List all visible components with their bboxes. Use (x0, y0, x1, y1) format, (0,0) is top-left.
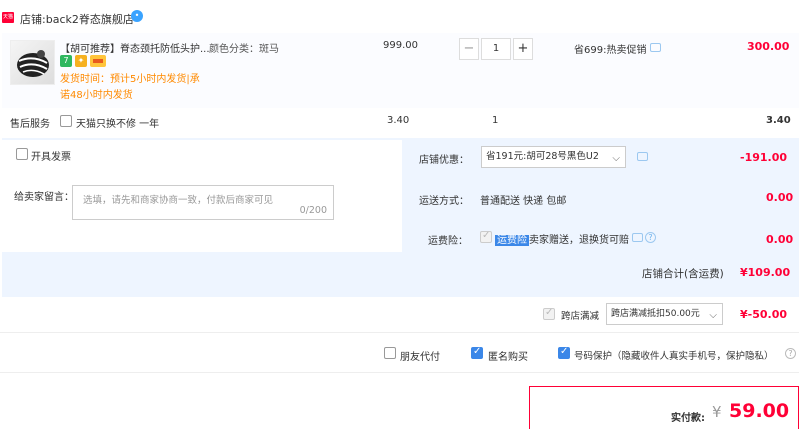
anonymous-checkbox[interactable] (471, 346, 483, 359)
shop-discount-selected: 省191元:胡可28号黑色U2 (486, 151, 599, 162)
service-option: 天猫只换不修 一年 (76, 119, 160, 130)
seller-message-textarea[interactable]: 选填，请先和商家协商一致，付款后商家可见 0/200 (72, 185, 334, 220)
shop-label: 店铺:back2脊态旗舰店 (20, 11, 134, 27)
cross-shop-selected: 跨店满减抵扣50.00元 (611, 309, 700, 319)
promo-text: 省699:热卖促销 (574, 45, 647, 56)
quantity-plus-button[interactable]: + (513, 38, 533, 60)
payment-label: 实付款: (671, 413, 705, 424)
chevron-down-icon: ⌵ (709, 310, 717, 321)
help-question-icon[interactable]: ? (645, 232, 656, 243)
product-thumbnail[interactable] (10, 40, 55, 85)
insurance-text: 卖家赠送，退换货可赔 (529, 235, 629, 246)
insurance-tag: 运费险 (495, 235, 529, 246)
zebra-pillow-image (17, 50, 49, 77)
message-label: 给卖家留言： (14, 192, 74, 203)
insurance-label: 运费险： (428, 236, 468, 247)
friend-pay-checkbox[interactable] (384, 347, 396, 359)
cross-shop-label: 跨店满减 (561, 311, 600, 322)
shop-discount-label: 店铺优惠： (419, 155, 469, 166)
message-counter: 0/200 (299, 205, 327, 216)
insurance-chat-icon[interactable] (632, 233, 643, 242)
discount-info-icon[interactable] (637, 152, 648, 161)
ship-time-text-2: 诺48小时内发货 (60, 90, 133, 101)
shop-name-link[interactable]: back2脊态旗舰店 (46, 13, 134, 26)
cross-shop-checkbox (543, 307, 555, 320)
currency-symbol: ¥ (712, 403, 722, 421)
payment-amount: 59.00 (729, 400, 790, 422)
invoice-label: 开具发票 (31, 152, 71, 163)
shop-discount-select[interactable]: 省191元:胡可28号黑色U2 ⌵ (481, 146, 626, 168)
chat-bubble-icon[interactable]: • (131, 10, 143, 22)
quantity-input[interactable]: 1 (481, 38, 511, 60)
shipping-label: 运送方式： (419, 196, 469, 207)
cross-shop-amount: ¥-50.00 (740, 308, 788, 321)
quantity-minus-button[interactable]: − (459, 38, 479, 60)
shop-total-label: 店铺合计(含运费) (642, 268, 724, 280)
cross-shop-select[interactable]: 跨店满减抵扣50.00元 ⌵ (606, 303, 723, 325)
friend-pay-label: 朋友代付 (400, 352, 440, 363)
credit-card-icon (90, 55, 106, 67)
divider (0, 372, 799, 373)
number-protect-label: 号码保护（隐藏收件人真实手机号，保护隐私） (574, 351, 774, 362)
shipping-amount: 0.00 (766, 191, 794, 204)
shop-label-text: 店铺: (20, 13, 46, 26)
shipping-value: 普通配送 快递 包邮 (480, 196, 567, 207)
unit-price: 999.00 (383, 40, 418, 51)
service-total: 3.40 (766, 115, 791, 126)
shop-total-amount: ¥109.00 (740, 266, 791, 279)
product-attribute: 颜色分类：斑马 (209, 44, 279, 55)
anonymous-label: 匿名购买 (488, 352, 528, 363)
service-label: 售后服务 (10, 119, 50, 130)
guarantee-icon: ✦ (75, 55, 87, 67)
product-title[interactable]: 【胡可推荐】脊态颈托防低头护... (60, 40, 210, 55)
service-checkbox[interactable] (60, 115, 72, 127)
number-protect-checkbox[interactable] (558, 346, 570, 359)
promo-info-icon[interactable] (650, 43, 661, 52)
invoice-checkbox[interactable] (16, 148, 28, 160)
chevron-down-icon: ⌵ (612, 153, 620, 164)
insurance-amount: 0.00 (766, 233, 794, 246)
message-placeholder: 选填，请先和商家协商一致，付款后商家可见 (83, 195, 274, 206)
insurance-info: 运费险 卖家赠送，退换货可赔 (495, 231, 629, 246)
ship-time-text: 发货时间：预计5小时内发货|承 (60, 74, 200, 85)
shop-discount-amount: -191.00 (740, 151, 788, 164)
insurance-checkbox (480, 230, 492, 243)
tmall-badge-icon: 天猫 (2, 12, 14, 23)
service-price: 3.40 (387, 115, 410, 126)
help-question-icon[interactable]: ? (785, 348, 796, 359)
divider (0, 332, 799, 333)
service-qty: 1 (492, 115, 499, 126)
item-subtotal: 300.00 (747, 40, 790, 53)
seven-day-return-icon: 7 (60, 55, 72, 67)
